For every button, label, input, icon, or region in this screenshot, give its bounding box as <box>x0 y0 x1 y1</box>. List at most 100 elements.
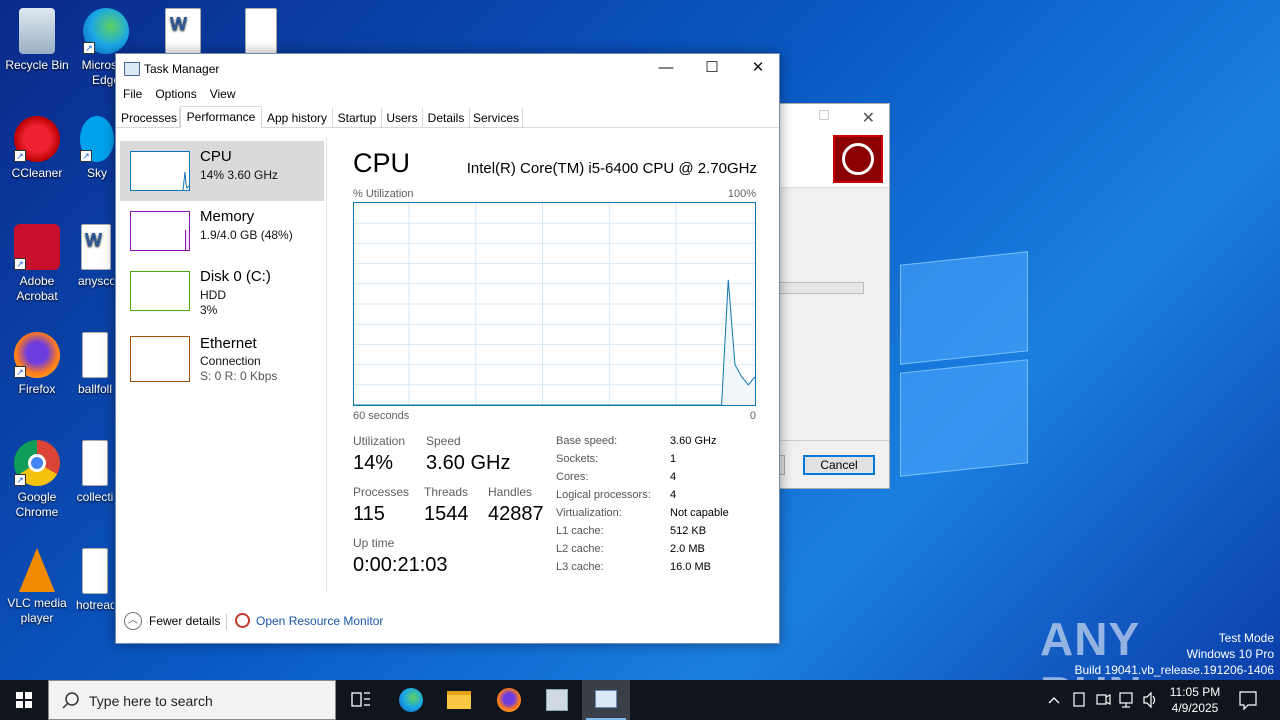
tray-meet-button[interactable] <box>1094 680 1112 720</box>
word-doc-icon: W <box>81 224 111 270</box>
desktop-icon-ballfoll[interactable]: ballfoll <box>76 332 114 397</box>
tray-volume-button[interactable] <box>1141 680 1159 720</box>
image-file-icon <box>82 548 108 594</box>
handles-value: 42887 <box>488 503 544 525</box>
taskbar-task-manager[interactable] <box>582 680 630 720</box>
threads-label: Threads <box>424 485 469 499</box>
window-title: Task Manager <box>144 62 220 76</box>
sidebar-sub: HDD <box>200 288 226 302</box>
clock-date: 4/9/2025 <box>1171 701 1219 715</box>
notifications-button[interactable] <box>1236 680 1260 720</box>
processes-label: Processes <box>353 485 410 499</box>
chrome-icon: ↗ <box>14 440 60 486</box>
task-manager-icon <box>124 62 140 76</box>
resource-monitor-icon <box>235 613 250 628</box>
sidebar-item-cpu[interactable]: CPU 14% 3.60 GHz <box>120 141 324 201</box>
task-view-button[interactable] <box>336 680 384 720</box>
maximize-icon[interactable] <box>819 110 829 120</box>
page-title: CPU <box>353 148 411 178</box>
cancel-button[interactable]: Cancel <box>803 455 875 475</box>
spec-value: 2.0 MB <box>670 543 705 555</box>
tab-services[interactable]: Services <box>470 108 523 128</box>
sidebar-item-disk[interactable]: Disk 0 (C:) HDD 3% <box>120 261 324 327</box>
tab-app-history[interactable]: App history <box>262 108 333 128</box>
spec-key: Base speed: <box>556 435 618 447</box>
firefox-icon <box>497 688 521 712</box>
tab-processes[interactable]: Processes <box>119 108 180 128</box>
desktop-icon-vlc[interactable]: VLC media player <box>1 548 73 626</box>
notification-icon <box>1239 691 1257 711</box>
footer-divider <box>226 614 227 630</box>
taskbar-installer-app[interactable] <box>533 680 581 720</box>
spec-value: 4 <box>670 489 677 501</box>
desktop-icon-skype[interactable]: ↗ Sky <box>80 116 114 181</box>
search-icon <box>62 692 79 709</box>
minimize-button[interactable]: — <box>643 54 689 84</box>
search-box[interactable]: Type here to search <box>48 680 336 720</box>
acrobat-icon: ↗ <box>14 224 60 270</box>
maximize-button[interactable]: ☐ <box>689 54 735 84</box>
desktop-icon-ccleaner[interactable]: ↗ CCleaner <box>1 116 73 181</box>
memory-thumbnail <box>130 211 190 251</box>
titlebar: Task Manager — ☐ ✕ <box>116 54 779 84</box>
tab-details[interactable]: Details <box>423 108 470 128</box>
ccleaner-icon: ↗ <box>14 116 60 162</box>
spec-value: 512 KB <box>670 525 707 537</box>
close-icon[interactable]: ✕ <box>862 108 875 127</box>
menu-file[interactable]: File <box>117 84 148 104</box>
taskbar-firefox[interactable] <box>485 680 533 720</box>
open-resource-monitor-link[interactable]: Open Resource Monitor <box>256 614 383 628</box>
taskbar-edge[interactable] <box>387 680 435 720</box>
desktop-icon-google-chrome[interactable]: ↗ Google Chrome <box>1 440 73 520</box>
sidebar-item-memory[interactable]: Memory 1.9/4.0 GB (48%) <box>120 201 324 261</box>
desktop-icon-hotread[interactable]: hotread <box>76 548 114 613</box>
sidebar-sub2: 3% <box>200 303 218 317</box>
spec-value: Not capable <box>670 507 729 519</box>
max-axis-label: 100% <box>727 188 756 200</box>
desktop-icon-collecti[interactable]: collecti <box>76 440 114 505</box>
desktop-icon-word-doc[interactable]: W <box>158 8 208 58</box>
start-button[interactable] <box>0 680 48 720</box>
spec-key: Logical processors: <box>556 489 651 501</box>
desktop-icon-recycle-bin[interactable]: Recycle Bin <box>1 8 73 73</box>
minimize-icon: — <box>658 59 674 76</box>
utilization-axis-label: % Utilization <box>353 188 414 200</box>
taskbar-file-explorer[interactable] <box>435 680 483 720</box>
fewer-details-button[interactable]: Fewer details <box>149 614 220 628</box>
uptime-value: 0:00:21:03 <box>353 554 448 576</box>
desktop-icon-image-file[interactable] <box>236 8 286 58</box>
tray-network-button[interactable] <box>1117 680 1137 720</box>
progress-bar <box>779 282 864 294</box>
sidebar-sub2: S: 0 R: 0 Kbps <box>200 369 278 383</box>
chevron-up-icon[interactable]: ︿ <box>124 612 142 630</box>
installer-logo-icon <box>833 135 883 183</box>
image-file-icon <box>245 8 277 54</box>
menu-options[interactable]: Options <box>149 84 202 104</box>
tray-overflow-button[interactable] <box>1045 680 1063 720</box>
cpu-detail-panel: CPU Intel(R) Core(TM) i5-6400 CPU @ 2.70… <box>353 138 763 598</box>
cpu-thumbnail <box>130 151 190 191</box>
tab-performance[interactable]: Performance <box>180 106 262 129</box>
maximize-icon: ☐ <box>705 59 719 76</box>
recycle-bin-icon <box>19 8 55 54</box>
speed-value: 3.60 GHz <box>426 452 511 474</box>
tab-startup[interactable]: Startup <box>333 108 382 128</box>
tab-bar: Processes Performance App history Startu… <box>116 106 779 129</box>
desktop-icon-adobe-acrobat[interactable]: ↗ Adobe Acrobat <box>1 224 73 304</box>
menu-view[interactable]: View <box>204 84 242 104</box>
network-icon <box>1119 692 1133 708</box>
taskbar-clock[interactable]: 11:05 PM 4/9/2025 <box>1160 684 1230 716</box>
sidebar-sub: Connection <box>200 354 261 368</box>
uptime-label: Up time <box>353 536 395 550</box>
spec-key: Sockets: <box>556 453 599 465</box>
close-button[interactable]: ✕ <box>735 54 781 84</box>
tray-tablet-button[interactable] <box>1070 680 1088 720</box>
desktop-icon-anysco[interactable]: W anysco <box>78 224 114 289</box>
desktop-icon-firefox[interactable]: ↗ Firefox <box>1 332 73 397</box>
tab-users[interactable]: Users <box>382 108 423 128</box>
time-axis-label: 60 seconds <box>353 410 410 422</box>
task-view-icon <box>351 692 370 707</box>
threads-value: 1544 <box>424 503 469 525</box>
sidebar-label: CPU <box>200 148 232 165</box>
sidebar-item-ethernet[interactable]: Ethernet Connection S: 0 R: 0 Kbps <box>120 328 324 392</box>
